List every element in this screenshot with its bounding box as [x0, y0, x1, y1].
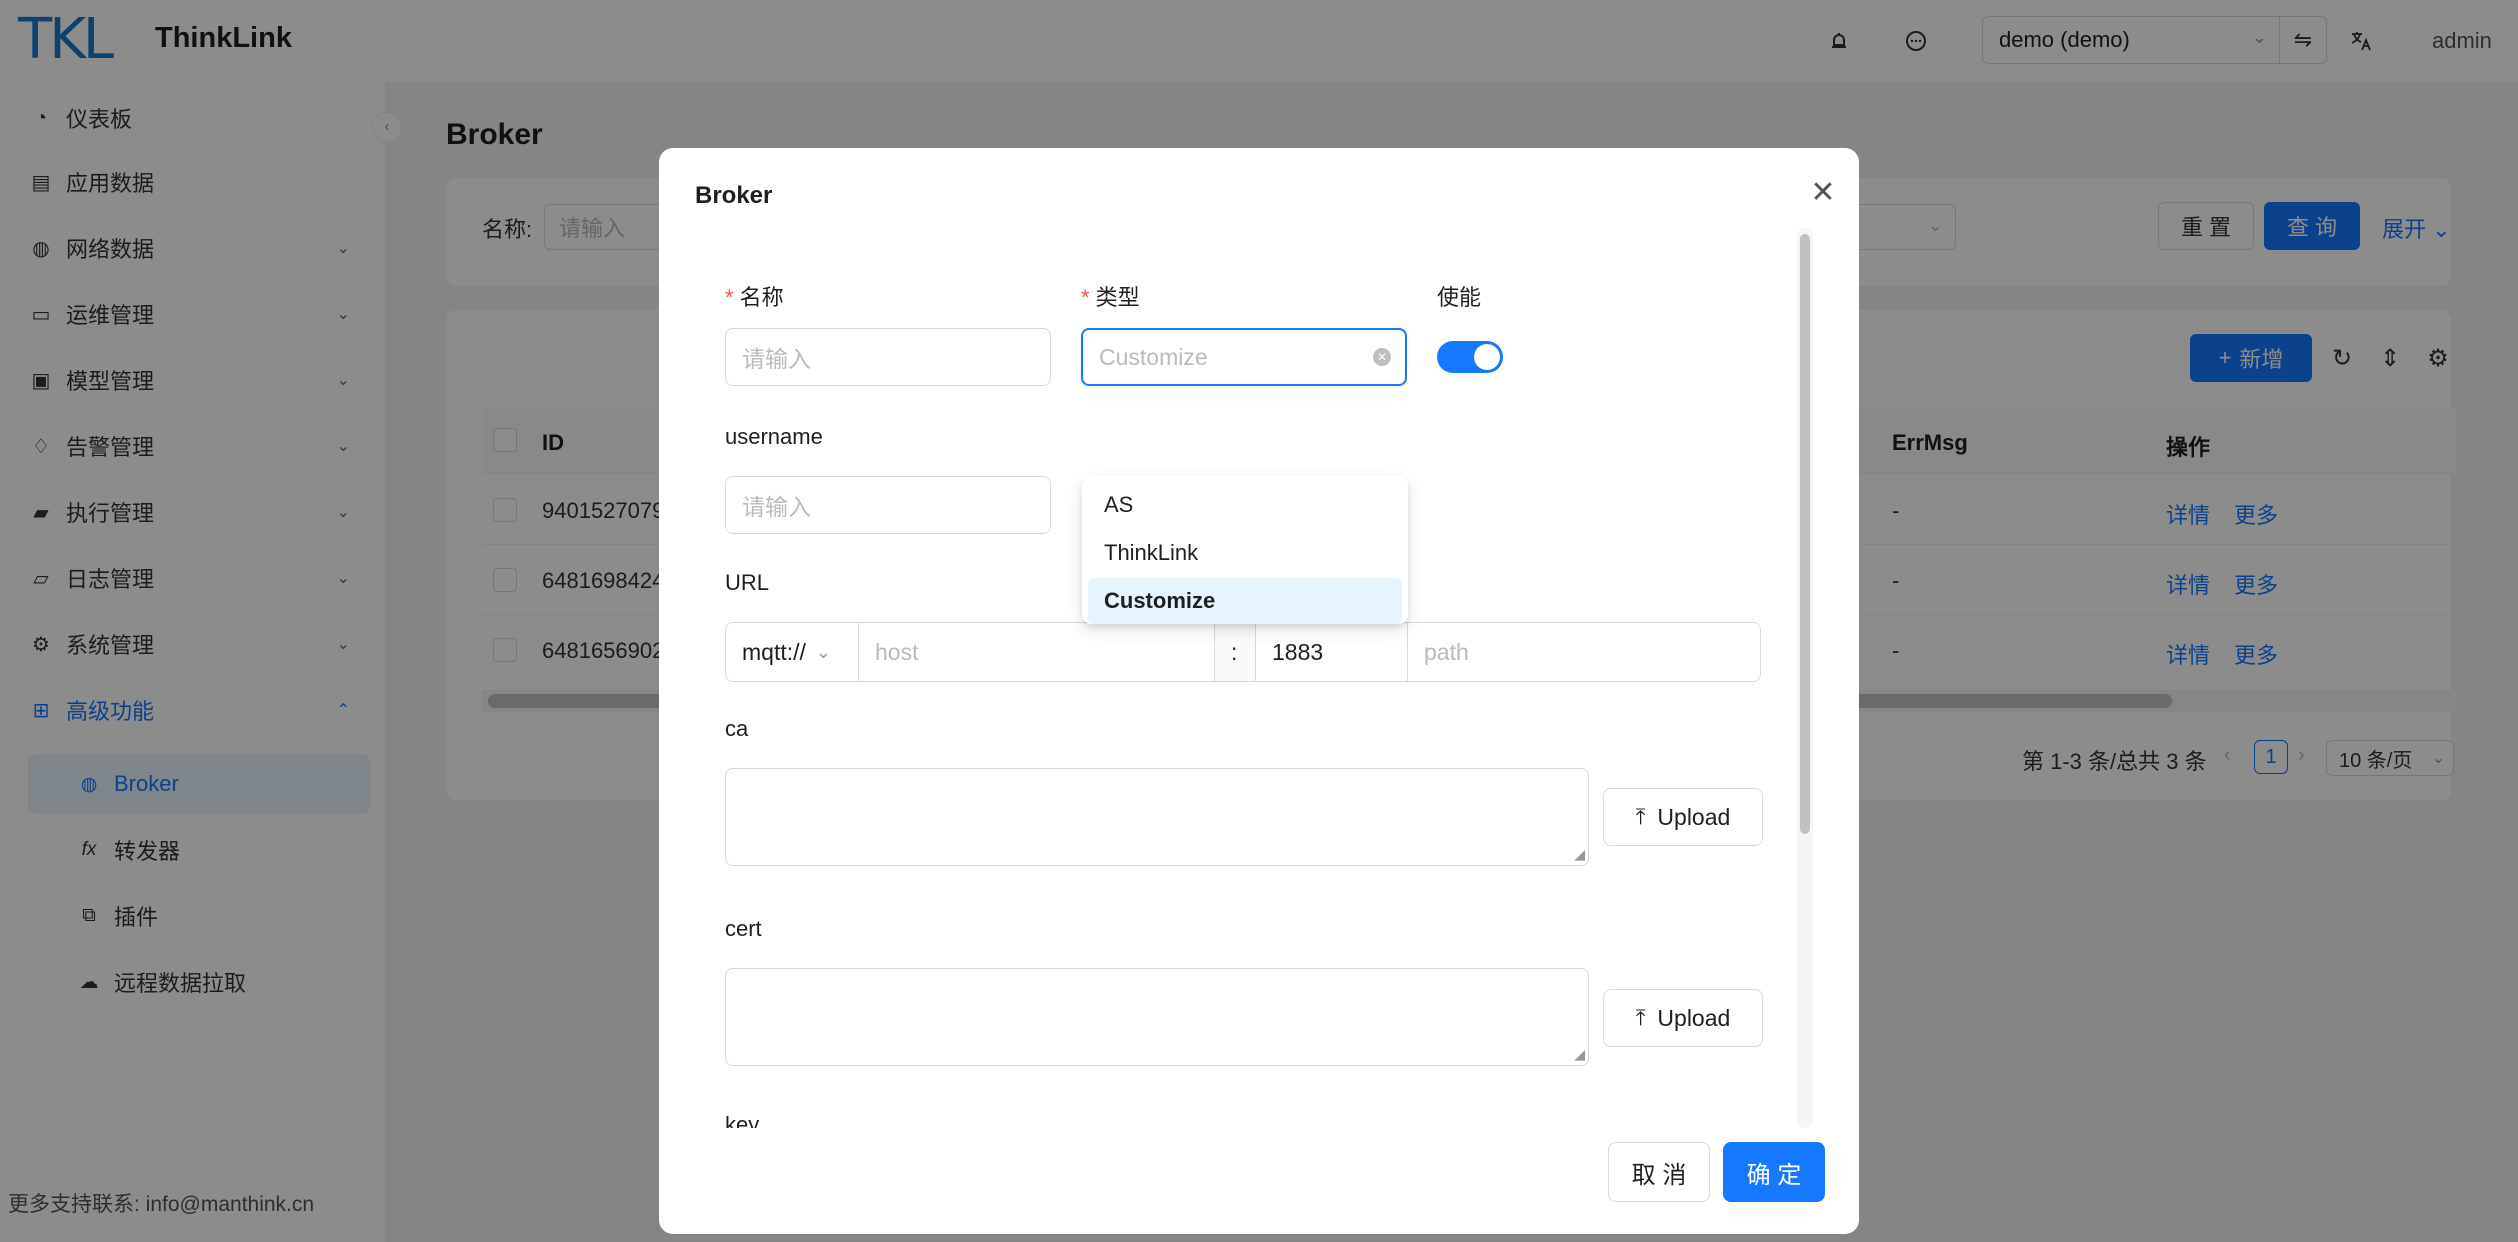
chevron-down-icon: ⌄	[815, 641, 831, 662]
cancel-button[interactable]: 取 消	[1608, 1142, 1710, 1202]
modal-vertical-scrollbar[interactable]	[1797, 228, 1813, 1128]
type-option-as[interactable]: AS	[1088, 482, 1402, 528]
close-icon[interactable]: ✕	[1803, 172, 1843, 212]
url-host-placeholder: host	[875, 638, 919, 665]
url-host-input[interactable]: host	[858, 622, 1215, 682]
username-input[interactable]: 请输入	[725, 476, 1051, 534]
type-option-thinklink[interactable]: ThinkLink	[1088, 530, 1402, 576]
url-scheme-value: mqtt://	[742, 638, 806, 665]
url-port-separator: :	[1214, 622, 1256, 682]
cert-label: cert	[725, 916, 762, 941]
required-mark: *	[725, 285, 734, 310]
url-path-placeholder: path	[1424, 638, 1469, 665]
type-select[interactable]: Customize ✕	[1081, 328, 1407, 386]
name-input[interactable]: 请输入	[725, 328, 1051, 386]
name-label: * 名称	[725, 285, 784, 310]
switch-knob	[1474, 344, 1500, 370]
ca-textarea[interactable]: ◢	[725, 768, 1589, 866]
username-placeholder: 请输入	[742, 494, 811, 520]
type-select-value: Customize	[1099, 343, 1208, 370]
url-label: URL	[725, 570, 770, 595]
ca-label: ca	[725, 716, 749, 741]
upload-icon: ⤒	[1635, 1005, 1646, 1030]
username-label: username	[725, 424, 823, 449]
modal-title: Broker	[695, 182, 773, 209]
url-path-input[interactable]: path	[1407, 622, 1761, 682]
type-label: * 类型	[1081, 285, 1140, 310]
enable-switch[interactable]	[1437, 341, 1503, 373]
broker-modal: Broker ✕ * 名称 * 类型 使能 请输入 Customize ✕ user…	[659, 148, 1859, 1234]
cert-textarea[interactable]: ◢	[725, 968, 1589, 1066]
cert-upload-button[interactable]: ⤒ Upload	[1603, 989, 1763, 1047]
enable-label: 使能	[1437, 285, 1482, 310]
ca-upload-button[interactable]: ⤒ Upload	[1603, 788, 1763, 846]
type-dropdown-menu: AS ThinkLink Customize	[1082, 476, 1408, 624]
scrollbar-thumb[interactable]	[1800, 234, 1810, 834]
url-port-value: 1883	[1272, 638, 1324, 665]
resize-handle-icon[interactable]: ◢	[1574, 846, 1585, 863]
confirm-button[interactable]: 确 定	[1723, 1142, 1825, 1202]
required-mark: *	[1081, 285, 1090, 310]
modal-body: * 名称 * 类型 使能 请输入 Customize ✕ username 请输入 …	[659, 228, 1859, 1128]
type-option-customize[interactable]: Customize	[1088, 578, 1402, 624]
url-scheme-select[interactable]: mqtt:// ⌄	[725, 622, 859, 682]
key-label: key	[725, 1112, 760, 1128]
name-placeholder: 请输入	[742, 346, 811, 372]
url-port-input[interactable]: 1883	[1255, 622, 1408, 682]
resize-handle-icon[interactable]: ◢	[1574, 1046, 1585, 1063]
upload-icon: ⤒	[1635, 804, 1646, 829]
clear-icon[interactable]: ✕	[1373, 348, 1391, 366]
